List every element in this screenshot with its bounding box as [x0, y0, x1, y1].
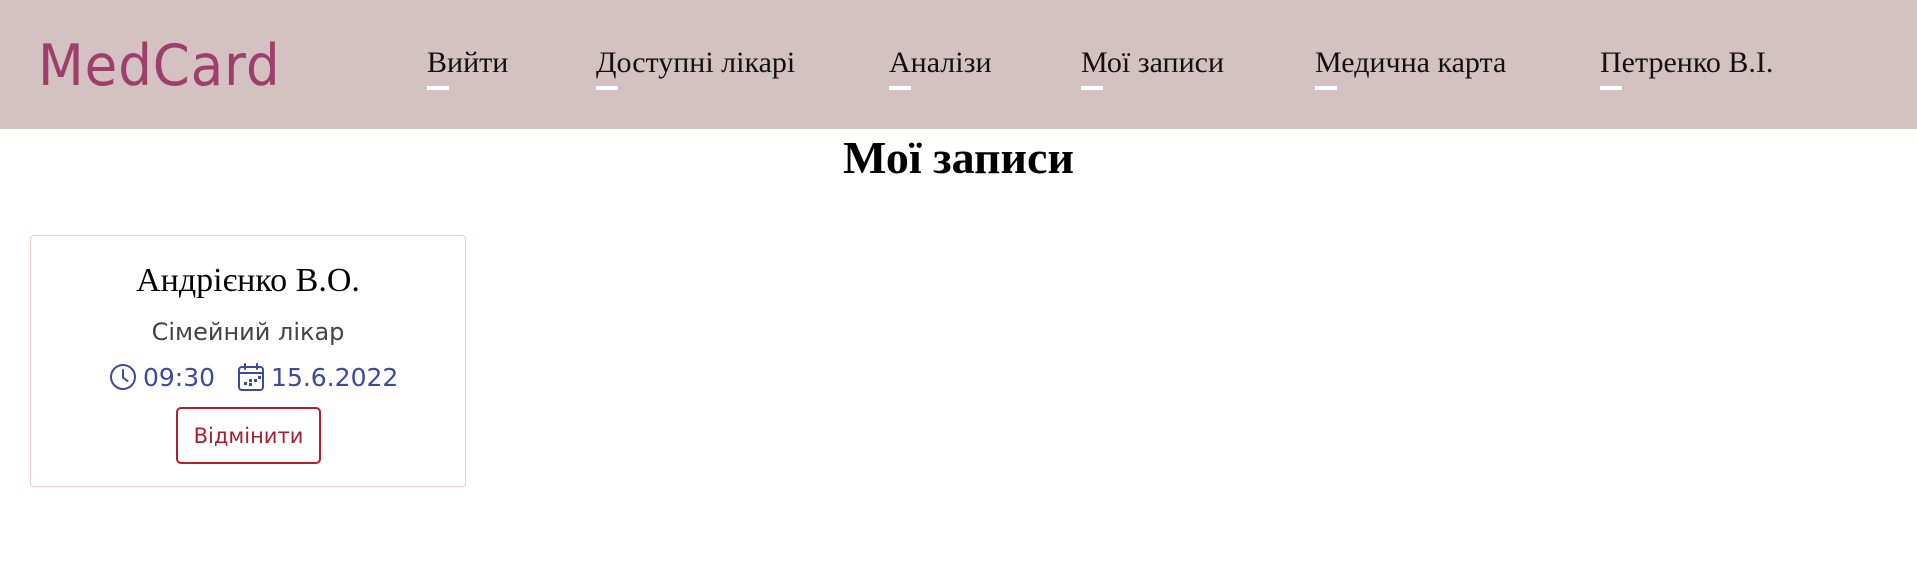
nav-underline — [889, 86, 911, 90]
nav-logout-label: Вийти — [427, 46, 509, 79]
appointment-date: 15.6.2022 — [271, 362, 399, 392]
top-navbar: MedCard Вийти Доступні лікарі Аналізи Мо… — [0, 0, 1917, 129]
appointment-time: 09:30 — [143, 362, 216, 392]
nav-available-doctors[interactable]: Доступні лікарі — [596, 44, 796, 90]
appointment-card: Андрієнко В.О. Сімейний лікар 09:30 15.6 — [30, 235, 466, 487]
nav-user-profile-label: Петренко В.І. — [1600, 46, 1774, 79]
nav-analyses-label: Аналізи — [889, 46, 992, 79]
doctor-name: Андрієнко В.О. — [136, 262, 360, 299]
nav-available-doctors-label: Доступні лікарі — [596, 46, 796, 79]
nav-underline — [1081, 86, 1103, 90]
cancel-appointment-button[interactable]: Відмінити — [176, 407, 321, 464]
nav-my-appointments-label: Мої записи — [1081, 46, 1225, 79]
doctor-specialty: Сімейний лікар — [151, 318, 345, 346]
logo[interactable]: MedCard — [38, 28, 281, 104]
appointment-datetime: 09:30 15.6.2022 — [109, 360, 398, 394]
page-title: Мої записи — [843, 132, 1074, 183]
nav-user-profile[interactable]: Петренко В.І. — [1600, 44, 1774, 90]
calendar-icon — [237, 362, 265, 392]
nav-underline — [596, 86, 618, 90]
nav-my-appointments[interactable]: Мої записи — [1081, 44, 1225, 90]
clock-icon — [109, 363, 137, 391]
nav-underline — [427, 86, 449, 90]
nav-logout[interactable]: Вийти — [427, 44, 509, 90]
nav-underline — [1600, 86, 1622, 90]
nav-underline — [1315, 86, 1337, 90]
nav-analyses[interactable]: Аналізи — [889, 44, 992, 90]
nav-medical-card-label: Медична карта — [1315, 46, 1507, 79]
nav-medical-card[interactable]: Медична карта — [1315, 44, 1507, 90]
